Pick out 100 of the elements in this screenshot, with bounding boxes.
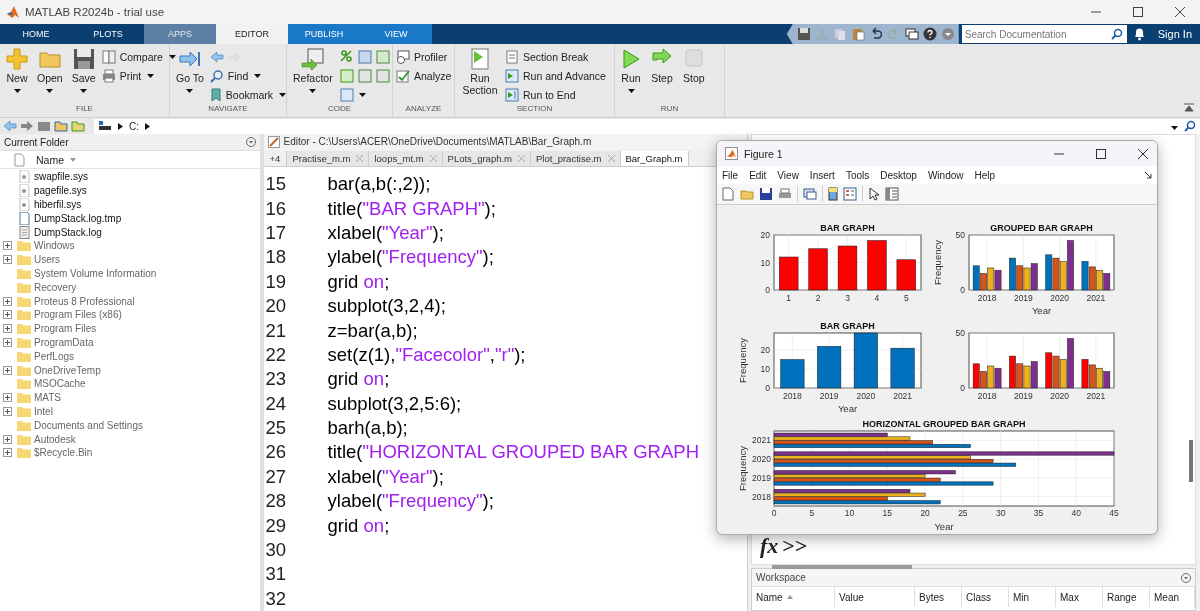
ribbon-tab[interactable]: VIEW <box>360 24 432 44</box>
function-button[interactable]: fx <box>760 533 779 559</box>
bell-icon[interactable] <box>1132 27 1146 41</box>
close-icon[interactable] <box>1137 147 1149 160</box>
run-section-button[interactable]: Run Section <box>458 48 502 104</box>
search-icon[interactable] <box>1184 120 1196 132</box>
print-button[interactable]: Print <box>101 67 176 84</box>
compare-button[interactable]: Compare <box>101 48 176 65</box>
section-break-button[interactable]: Section Break <box>505 48 606 65</box>
search-field[interactable]: Search Documentation <box>961 25 1127 43</box>
step-button[interactable]: Step <box>647 48 677 104</box>
column-header[interactable]: Max <box>1060 591 1079 603</box>
maximize-icon[interactable] <box>1132 6 1144 18</box>
sign-in-link[interactable]: Sign In <box>1157 24 1200 44</box>
ribbon-tab[interactable]: PUBLISH <box>288 24 360 44</box>
windows-icon[interactable] <box>803 187 817 201</box>
file-row[interactable]: Program Files (x86) <box>0 307 260 322</box>
file-tab[interactable]: Bar_Graph.m <box>620 150 689 166</box>
pointer-icon[interactable] <box>868 187 880 201</box>
windows-icon[interactable] <box>904 27 919 41</box>
file-row[interactable]: Users <box>0 252 260 267</box>
file-row[interactable]: MATS <box>0 390 260 405</box>
file-row[interactable]: Windows <box>0 239 260 253</box>
scrollbar[interactable] <box>1189 440 1193 482</box>
printer-icon[interactable] <box>778 187 792 201</box>
collapse-icon[interactable] <box>1184 103 1194 113</box>
menu-item[interactable]: Window <box>927 169 964 181</box>
find-button[interactable]: Find <box>209 67 287 84</box>
file-row[interactable]: Autodesk <box>0 432 260 446</box>
bookmark-button[interactable]: Bookmark <box>209 86 287 103</box>
close-icon[interactable] <box>1174 6 1186 18</box>
scrollbar[interactable] <box>772 565 912 569</box>
stop-button[interactable]: Stop <box>680 48 708 104</box>
expand-icon[interactable] <box>3 393 12 403</box>
file-row[interactable]: MSOCache <box>0 376 260 391</box>
menu-item[interactable]: Edit <box>749 169 767 181</box>
colorbar-icon[interactable] <box>828 187 838 201</box>
ribbon-tab[interactable]: EDITOR <box>216 24 288 44</box>
file-row[interactable]: Intel <box>0 404 260 419</box>
file-row[interactable]: Recovery <box>0 280 260 295</box>
column-header[interactable]: Value <box>839 591 864 603</box>
legend-icon[interactable] <box>843 187 857 201</box>
path-field[interactable]: C: <box>94 118 1200 134</box>
new-document-icon[interactable] <box>721 187 735 201</box>
column-header[interactable]: Name <box>36 153 64 166</box>
file-row[interactable]: Program Files <box>0 321 260 336</box>
expand-icon[interactable] <box>3 365 12 375</box>
expand-icon[interactable] <box>3 255 12 265</box>
file-row[interactable]: pagefile.sys <box>0 183 260 198</box>
property-panel-icon[interactable] <box>885 187 899 201</box>
ribbon-tab[interactable]: APPS <box>144 24 216 44</box>
column-header[interactable]: Name <box>756 591 783 603</box>
column-header[interactable]: Mean <box>1154 591 1179 603</box>
path-segment[interactable]: C: <box>129 120 139 132</box>
file-row[interactable]: Documents and Settings <box>0 418 260 433</box>
save-icon[interactable] <box>796 27 811 41</box>
dock-arrow-icon[interactable] <box>1144 171 1152 179</box>
file-row[interactable]: Proteus 8 Professional <box>0 294 260 308</box>
open-button[interactable]: Open <box>34 48 66 104</box>
file-row[interactable]: OneDriveTemp <box>0 363 260 377</box>
analyze-button[interactable]: Analyze <box>396 67 452 84</box>
menu-item[interactable]: Help <box>974 169 996 181</box>
back-arrow-icon[interactable] <box>209 50 224 63</box>
menu-item[interactable]: Insert <box>809 169 835 181</box>
forward-arrow-icon[interactable] <box>20 120 34 132</box>
refactor-button[interactable]: Refactor <box>290 48 336 104</box>
dropdown-icon[interactable] <box>1181 572 1191 583</box>
file-tab[interactable]: loops_mt.m <box>369 150 443 166</box>
expand-icon[interactable] <box>3 324 12 334</box>
column-header[interactable]: Class <box>966 591 991 603</box>
expand-icon[interactable] <box>3 241 12 251</box>
expand-icon[interactable] <box>3 448 12 458</box>
profiler-button[interactable]: Profiler <box>396 48 452 65</box>
file-row[interactable]: System Volume Information <box>0 266 260 281</box>
paste-icon[interactable] <box>850 27 865 41</box>
menu-item[interactable]: Desktop <box>880 169 917 181</box>
column-header[interactable]: Range <box>1107 591 1137 603</box>
run-to-end-button[interactable]: Run to End <box>505 86 606 103</box>
file-tab[interactable]: PLots_graph.m <box>442 150 531 166</box>
expand-icon[interactable] <box>3 434 12 444</box>
expand-icon[interactable] <box>3 337 12 347</box>
expand-icon[interactable] <box>3 310 12 320</box>
expand-icon[interactable] <box>3 296 12 306</box>
column-header[interactable]: Bytes <box>919 591 944 603</box>
file-row[interactable]: DumpStack.log <box>0 225 260 239</box>
back-arrow-icon[interactable] <box>3 120 17 132</box>
help-icon[interactable] <box>922 27 937 41</box>
new-button[interactable]: New <box>3 48 31 104</box>
maximize-icon[interactable] <box>1095 147 1107 160</box>
expand-icon[interactable] <box>3 406 12 416</box>
go-to-button[interactable]: Go To <box>173 48 207 104</box>
file-row[interactable]: $Recycle.Bin <box>0 445 260 460</box>
file-row[interactable]: ProgramData <box>0 335 260 350</box>
menu-item[interactable]: View <box>777 169 799 181</box>
file-row[interactable]: DumpStack.log.tmp <box>0 211 260 226</box>
run-button[interactable]: Run <box>618 48 644 104</box>
file-tab[interactable]: Practise_m.m <box>287 150 370 166</box>
dropdown-icon[interactable] <box>245 137 256 147</box>
file-row[interactable]: PerfLogs <box>0 349 260 364</box>
run-and-advance-button[interactable]: Run and Advance <box>505 67 606 84</box>
